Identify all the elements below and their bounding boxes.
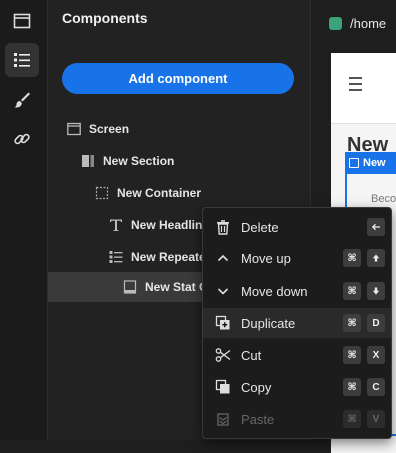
menu-item-duplicate[interactable]: Duplicate ⌘ D bbox=[203, 308, 391, 338]
tree-item-label: New Headline bbox=[131, 218, 210, 232]
arrow-up-key-icon bbox=[367, 249, 385, 267]
d-key: D bbox=[367, 314, 385, 332]
panel-title: Components bbox=[62, 10, 148, 26]
menu-item-label: Paste bbox=[241, 411, 275, 427]
preview-header bbox=[331, 53, 396, 124]
chevron-up-icon bbox=[215, 250, 231, 266]
stat-card-icon bbox=[349, 158, 359, 168]
x-key: X bbox=[367, 346, 385, 364]
tree-item-section[interactable]: New Section bbox=[48, 146, 310, 176]
cmd-key: ⌘ bbox=[343, 346, 361, 364]
menu-item-label: Move down bbox=[241, 283, 308, 299]
tree-item-label: New Container bbox=[117, 186, 202, 200]
duplicate-icon bbox=[215, 315, 231, 331]
link-icon bbox=[14, 133, 30, 145]
style-tab-button[interactable] bbox=[5, 83, 39, 117]
trash-icon bbox=[215, 219, 231, 235]
tree-item-screen[interactable]: Screen bbox=[48, 114, 310, 144]
layout-window-icon bbox=[13, 13, 31, 29]
links-tab-button[interactable] bbox=[5, 122, 39, 156]
chevron-down-icon bbox=[215, 283, 231, 299]
tree-item-label: New Stat C bbox=[145, 280, 208, 294]
add-component-button[interactable]: Add component bbox=[62, 63, 294, 94]
menu-item-copy[interactable]: Copy ⌘ C bbox=[203, 372, 391, 402]
left-rail bbox=[0, 0, 48, 440]
cmd-key: ⌘ bbox=[343, 282, 361, 300]
page-url[interactable]: /home bbox=[329, 16, 386, 31]
scissors-icon bbox=[215, 347, 231, 363]
menu-item-paste: Paste ⌘ V bbox=[203, 404, 391, 434]
menu-item-cut[interactable]: Cut ⌘ X bbox=[203, 340, 391, 370]
tree-item-label: Screen bbox=[89, 122, 130, 136]
cmd-key: ⌘ bbox=[343, 314, 361, 332]
stat-card-icon bbox=[123, 280, 137, 294]
preview-text: Beco bbox=[371, 193, 396, 205]
text-icon bbox=[109, 218, 123, 232]
v-key: V bbox=[367, 410, 385, 428]
brush-icon bbox=[14, 92, 30, 108]
menu-item-move-up[interactable]: Move up ⌘ bbox=[203, 243, 391, 273]
menu-item-label: Copy bbox=[241, 379, 272, 395]
c-key: C bbox=[367, 378, 385, 396]
selection-label[interactable]: New bbox=[345, 152, 396, 174]
components-tab-button[interactable] bbox=[5, 43, 39, 77]
hamburger-menu-icon bbox=[349, 77, 362, 95]
menu-item-label: Move up bbox=[241, 250, 291, 266]
context-menu: Delete Move up ⌘ Move down ⌘ Duplicate ⌘… bbox=[202, 207, 392, 439]
menu-item-delete[interactable]: Delete bbox=[203, 212, 391, 242]
paste-icon bbox=[215, 411, 231, 427]
page-status-icon bbox=[329, 17, 342, 30]
backspace-key-icon bbox=[367, 218, 385, 236]
arrow-down-key-icon bbox=[367, 282, 385, 300]
list-icon bbox=[14, 53, 30, 67]
page-url-text: /home bbox=[350, 16, 387, 31]
menu-item-label: Delete bbox=[241, 219, 279, 235]
tree-item-label: New Section bbox=[103, 154, 175, 168]
cmd-key: ⌘ bbox=[343, 378, 361, 396]
cmd-key: ⌘ bbox=[343, 249, 361, 267]
layout-window-button[interactable] bbox=[5, 4, 39, 38]
copy-icon bbox=[215, 379, 231, 395]
menu-item-label: Duplicate bbox=[241, 315, 296, 331]
menu-item-label: Cut bbox=[241, 347, 262, 363]
tree-item-label: New Repeater bbox=[131, 250, 211, 264]
cmd-key: ⌘ bbox=[343, 410, 361, 428]
list-icon bbox=[109, 250, 123, 264]
tree-item-container[interactable]: New Container bbox=[48, 178, 310, 208]
screen-icon bbox=[67, 122, 81, 136]
container-icon bbox=[95, 186, 109, 200]
selection-label-text: New bbox=[363, 157, 386, 169]
section-icon bbox=[81, 154, 95, 168]
menu-item-move-down[interactable]: Move down ⌘ bbox=[203, 276, 391, 306]
